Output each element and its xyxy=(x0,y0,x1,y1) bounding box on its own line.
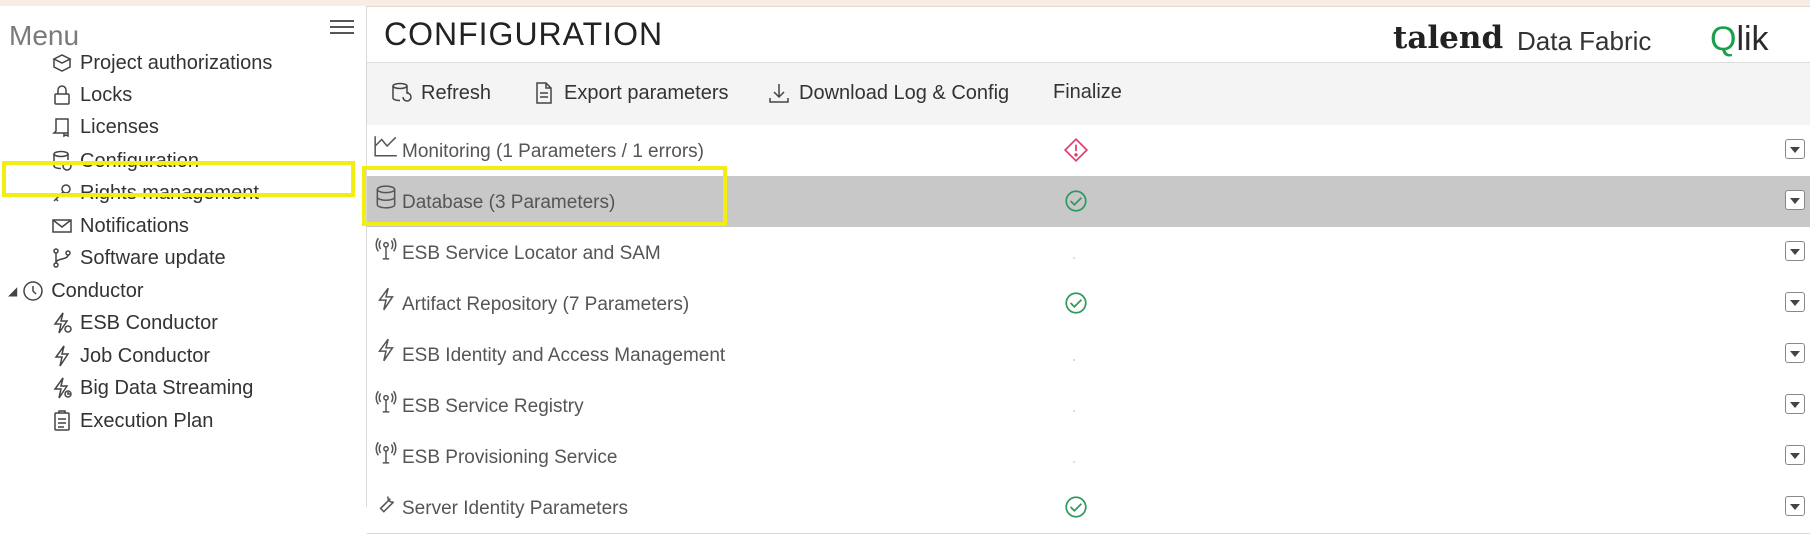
sidebar-item-label: Notifications xyxy=(80,214,189,237)
sidebar-item-label: Job Conductor xyxy=(80,344,211,367)
chart-icon xyxy=(374,136,397,157)
caret-down-icon[interactable]: ◢ xyxy=(8,284,17,298)
config-row-esb-provisioning[interactable]: ESB Provisioning Service xyxy=(367,431,1810,483)
execution-plan-icon xyxy=(50,409,74,433)
check-circle-icon xyxy=(1065,190,1087,212)
qlik-logo: Qlik xyxy=(1710,20,1769,58)
row-dropdown-button[interactable] xyxy=(1785,445,1805,465)
check-circle-icon xyxy=(1065,496,1087,518)
config-row-esb-service-registry[interactable]: ESB Service Registry xyxy=(367,380,1810,432)
config-row-artifact-repository[interactable]: Artifact Repository (7 Parameters) xyxy=(367,278,1810,330)
config-row-server-identity[interactable]: Server Identity Parameters xyxy=(367,482,1810,534)
highlight-box-database xyxy=(362,166,727,226)
row-dropdown-button[interactable] xyxy=(1785,190,1805,210)
page-title: CONFIGURATION xyxy=(384,16,664,52)
sidebar-item-licenses[interactable]: Licenses xyxy=(50,110,159,144)
sidebar: Menu Project authorizations Locks Licens… xyxy=(0,6,367,507)
check-circle-icon xyxy=(1065,292,1087,314)
wrench-icon xyxy=(379,496,395,513)
sidebar-item-label: ESB Conductor xyxy=(80,311,218,334)
sidebar-item-label: Execution Plan xyxy=(80,409,214,432)
row-dropdown-button[interactable] xyxy=(1785,496,1805,516)
refresh-button[interactable]: Refresh xyxy=(389,81,491,105)
sidebar-group-conductor[interactable]: ◢ Conductor xyxy=(8,274,144,308)
row-dropdown-button[interactable] xyxy=(1785,343,1805,363)
config-row-esb-identity[interactable]: ESB Identity and Access Management xyxy=(367,329,1810,381)
software-update-icon xyxy=(50,246,74,270)
export-icon xyxy=(536,82,552,104)
envelope-icon xyxy=(50,214,74,238)
sidebar-item-locks[interactable]: Locks xyxy=(50,78,132,112)
sidebar-item-job-conductor[interactable]: Job Conductor xyxy=(50,339,210,373)
sidebar-item-software-update[interactable]: Software update xyxy=(50,241,226,275)
sidebar-item-label: Big Data Streaming xyxy=(80,376,254,399)
antenna-icon xyxy=(375,237,397,260)
sidebar-item-label: Software update xyxy=(80,246,226,269)
project-authorizations-icon xyxy=(50,51,74,75)
sidebar-item-execution-plan[interactable]: Execution Plan xyxy=(50,404,213,438)
toolbar: Refresh Export parameters Download Log &… xyxy=(367,62,1810,126)
sidebar-item-label: Project authorizations xyxy=(80,51,273,74)
job-conductor-icon xyxy=(50,344,74,368)
lightning-icon xyxy=(378,287,394,311)
sidebar-item-project-authorizations[interactable]: Project authorizations xyxy=(50,46,272,80)
row-dropdown-button[interactable] xyxy=(1785,394,1805,414)
lock-icon xyxy=(50,83,74,107)
error-diamond-icon xyxy=(1063,137,1089,163)
row-dropdown-button[interactable] xyxy=(1785,139,1805,159)
antenna-icon xyxy=(375,390,397,413)
lightning-icon xyxy=(378,338,394,362)
hamburger-menu-icon[interactable] xyxy=(330,20,354,40)
config-row-esb-service-locator[interactable]: ESB Service Locator and SAM xyxy=(367,227,1810,279)
sidebar-item-big-data-streaming[interactable]: Big Data Streaming xyxy=(50,371,253,405)
refresh-icon xyxy=(392,82,412,102)
big-data-streaming-icon xyxy=(50,376,74,400)
export-parameters-button[interactable]: Export parameters xyxy=(532,81,729,105)
sidebar-item-notifications[interactable]: Notifications xyxy=(50,209,189,243)
data-fabric-label: Data Fabric xyxy=(1517,26,1652,56)
esb-conductor-icon xyxy=(50,311,74,335)
sidebar-item-label: Locks xyxy=(80,83,133,106)
sidebar-group-label: Conductor xyxy=(51,279,144,302)
antenna-icon xyxy=(375,441,397,464)
download-log-config-button[interactable]: Download Log & Config xyxy=(767,81,1009,105)
download-icon xyxy=(769,84,789,103)
sidebar-item-label: Licenses xyxy=(80,115,159,138)
finalize-button[interactable]: Finalize xyxy=(1053,81,1122,104)
talend-logo: talend xyxy=(1393,20,1504,56)
main-panel: CONFIGURATION talend Data Fabric Qlik Re… xyxy=(367,6,1810,534)
row-dropdown-button[interactable] xyxy=(1785,241,1805,261)
license-icon xyxy=(50,115,74,139)
sidebar-item-esb-conductor[interactable]: ESB Conductor xyxy=(50,306,218,340)
row-dropdown-button[interactable] xyxy=(1785,292,1805,312)
highlight-box-configuration xyxy=(2,161,355,197)
clock-icon xyxy=(21,279,45,303)
